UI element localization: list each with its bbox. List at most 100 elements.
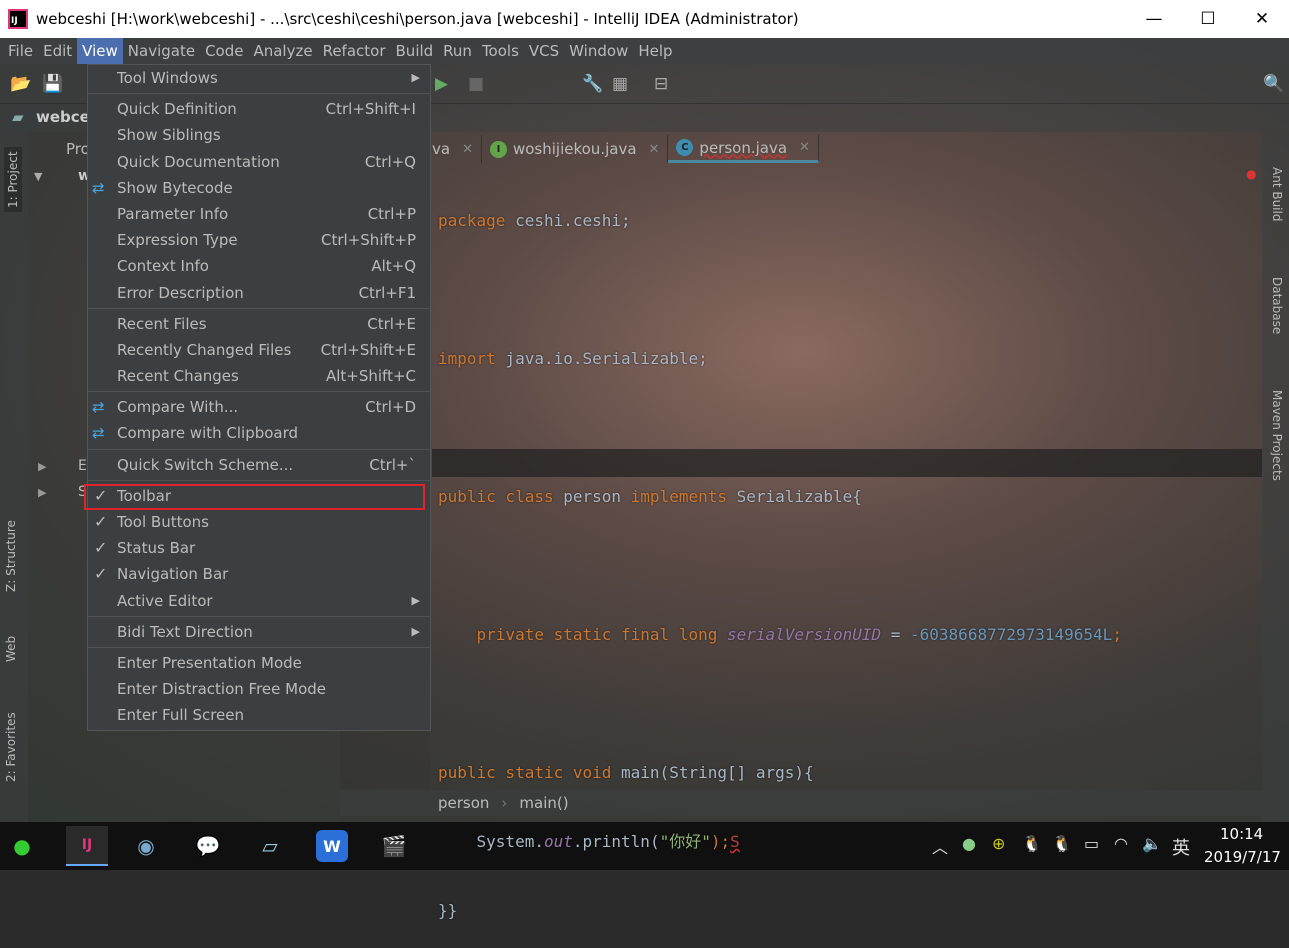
menu-analyze[interactable]: Analyze [248,38,317,64]
wrench-settings-icon[interactable]: 🔧 [582,74,603,94]
menu-item-parameter-info[interactable]: Parameter Info Ctrl+P [88,201,430,227]
wechat-icon[interactable]: 💬 [192,830,224,862]
menu-item-shortcut: Ctrl+Shift+E [320,340,416,359]
run-coverage-icon[interactable]: ▶ [435,74,448,94]
code-editor[interactable]: package ceshi.ceshi; import java.io.Seri… [438,170,1122,948]
token: System. [438,832,544,851]
clipboard-icon: ⇄ [92,424,105,443]
menu-item-label: Parameter Info [117,204,229,223]
menu-item-label: Recently Changed Files [117,340,292,359]
maximize-button[interactable]: ☐ [1181,0,1235,38]
menu-item-label: Show Siblings [117,126,221,145]
menu-item-compare-with[interactable]: ⇄ Compare With... Ctrl+D [88,394,430,420]
menu-item-compare-with-clipboard[interactable]: ⇄ Compare with Clipboard [88,420,430,446]
video-editor-icon[interactable]: 🎬 [378,830,410,862]
menu-item-recently-changed-files[interactable]: Recently Changed Files Ctrl+Shift+E [88,337,430,363]
notepad-icon[interactable]: ▱ [254,830,286,862]
project-tool-tab[interactable]: 1: Project [4,147,22,212]
menu-item-active-editor[interactable]: Active Editor ▶ [88,588,430,614]
open-folder-icon[interactable]: 📂 [10,74,31,94]
menu-item-enter-distraction-free-mode[interactable]: Enter Distraction Free Mode [88,676,430,702]
sdk-icon[interactable]: ⊟ [654,74,668,94]
collapse-arrow-icon[interactable]: ▶ [38,460,46,473]
menu-item-enter-presentation-mode[interactable]: Enter Presentation Mode [88,650,430,676]
menu-item-expression-type[interactable]: Expression Type Ctrl+Shift+P [88,227,430,253]
collapse-arrow-icon[interactable]: ▶ [38,486,46,499]
menu-item-quick-documentation[interactable]: Quick Documentation Ctrl+Q [88,149,430,175]
close-tab-icon[interactable]: ✕ [462,142,473,157]
menu-item-label: Enter Presentation Mode [117,653,302,672]
nav-project[interactable]: webce [36,108,90,126]
evernote-icon[interactable]: ● [6,830,38,862]
menu-item-tool-buttons[interactable]: ✓ Tool Buttons [88,509,430,535]
menu-item-recent-files[interactable]: Recent Files Ctrl+E [88,311,430,337]
menu-item-enter-full-screen[interactable]: Enter Full Screen [88,702,430,728]
save-icon[interactable]: 💾 [42,74,63,94]
error-indicator-icon[interactable]: ● [1246,167,1256,181]
maven-tool-tab[interactable]: Maven Projects [1270,390,1284,481]
favorites-tool-tab[interactable]: 2: Favorites [4,712,18,782]
expand-arrow-icon[interactable]: ▼ [34,170,42,183]
intellij-taskbar-icon[interactable]: IJ [66,826,108,866]
menu-code[interactable]: Code [200,38,248,64]
menu-refactor[interactable]: Refactor [318,38,391,64]
menu-run[interactable]: Run [438,38,477,64]
wps-icon[interactable]: W [316,830,348,862]
menu-tools[interactable]: Tools [477,38,524,64]
tab-woshijiekou[interactable]: Iwoshijiekou.java ✕ [482,135,669,163]
menu-navigate[interactable]: Navigate [123,38,200,64]
menu-item-tool-windows[interactable]: Tool Windows ▶ [88,65,430,91]
menu-item-recent-changes[interactable]: Recent Changes Alt+Shift+C [88,363,430,389]
code-line: public class person implements Serializa… [438,484,1122,515]
token: ; [1112,625,1122,644]
checkmark-icon: ✓ [94,512,108,531]
menu-item-label: Error Description [117,283,244,302]
menu-edit[interactable]: Edit [38,38,77,64]
menu-item-status-bar[interactable]: ✓ Status Bar [88,535,430,561]
database-tool-tab[interactable]: Database [1270,277,1284,334]
interface-icon: I [489,140,507,158]
clock-time[interactable]: 10:14 [1220,825,1263,843]
menu-separator [88,646,430,648]
menu-item-label: Recent Files [117,314,207,333]
web-tool-tab[interactable]: Web [4,636,18,662]
browser-icon[interactable]: ◉ [130,830,162,862]
clock-date[interactable]: 2019/7/17 [1204,848,1281,866]
project-structure-icon[interactable]: ▦ [612,74,628,94]
menu-item-quick-switch-scheme[interactable]: Quick Switch Scheme... Ctrl+` [88,452,430,478]
structure-tool-tab[interactable]: Z: Structure [4,520,18,592]
code-line: }} [438,898,1122,929]
menu-file[interactable]: File [3,38,38,64]
menu-item-show-bytecode[interactable]: ⇄ Show Bytecode [88,175,430,201]
search-icon[interactable]: 🔍 [1263,74,1284,94]
menu-item-quick-definition[interactable]: Quick Definition Ctrl+Shift+I [88,96,430,122]
tab-label: woshijiekou.java [512,140,637,158]
token: public static void [438,763,612,782]
menu-item-context-info[interactable]: Context Info Alt+Q [88,253,430,279]
close-tab-icon[interactable]: ✕ [649,142,660,157]
minimize-button[interactable]: — [1127,0,1181,38]
menu-view[interactable]: View [77,38,123,64]
menu-item-bidi-text-direction[interactable]: Bidi Text Direction ▶ [88,619,430,645]
token: .println( [572,832,660,851]
tree-item-external[interactable]: E [78,458,87,474]
token: Serializable{ [726,487,862,506]
menu-build[interactable]: Build [391,38,439,64]
menu-window[interactable]: Window [564,38,633,64]
menu-item-navigation-bar[interactable]: ✓ Navigation Bar [88,561,430,587]
menu-item-shortcut: Alt+Shift+C [325,367,416,386]
token: main(String[] args){ [611,763,814,782]
menu-vcs[interactable]: VCS [524,38,564,64]
menu-item-error-description[interactable]: Error Description Ctrl+F1 [88,280,430,306]
tab-person[interactable]: Cperson.java ✕ [668,135,819,163]
volume-icon[interactable]: 🔈 [1142,834,1162,853]
close-button[interactable]: ✕ [1235,0,1289,38]
window-title: webceshi [H:\work\webceshi] - ...\src\ce… [36,10,799,28]
close-tab-icon[interactable]: ✕ [799,140,810,155]
ant-build-tool-tab[interactable]: Ant Build [1270,167,1284,221]
menu-item-show-siblings[interactable]: Show Siblings [88,122,430,148]
menu-help[interactable]: Help [633,38,677,64]
class-icon: C [676,139,694,156]
ime-indicator[interactable]: 英 [1172,834,1190,860]
stop-icon[interactable]: ■ [468,74,484,94]
